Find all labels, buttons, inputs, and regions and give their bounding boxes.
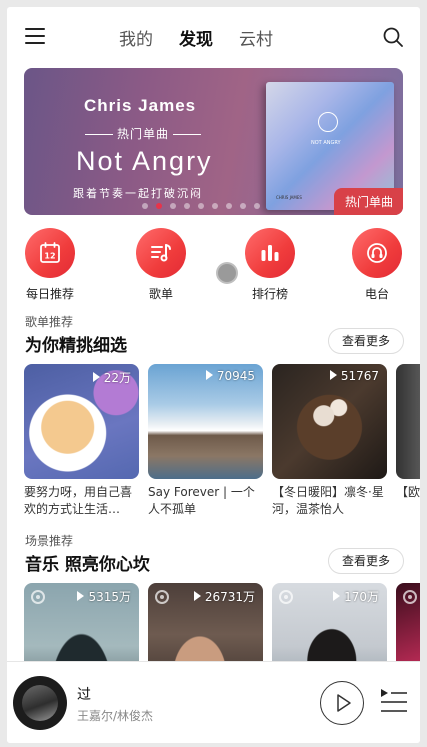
calendar-icon: 12 bbox=[25, 228, 75, 278]
top-tabs: 我的 发现 云村 bbox=[119, 25, 299, 50]
playlist-cover bbox=[396, 364, 420, 479]
banner-subtitle: 热门单曲 bbox=[81, 125, 205, 142]
playlist-section-subtitle: 歌单推荐 bbox=[25, 315, 74, 329]
play-count: 51767 bbox=[330, 369, 379, 383]
playlist-name: Say Forever | 一个人不孤单 bbox=[148, 485, 255, 516]
scene-section-title: 音乐 照亮你心坎 bbox=[25, 555, 150, 575]
play-count: 26731万 bbox=[194, 588, 255, 605]
play-count: 5315万 bbox=[77, 588, 131, 605]
playlist-cover: 51767 bbox=[272, 364, 387, 479]
app-screen: 我的 发现 云村 Chris James 热门单曲 Not Angry 跟着节奏… bbox=[7, 7, 420, 743]
scene-disc-icon bbox=[155, 590, 169, 604]
carousel-dot[interactable] bbox=[212, 203, 218, 209]
tab-discover[interactable]: 发现 bbox=[179, 25, 213, 50]
tab-mine[interactable]: 我的 bbox=[119, 25, 153, 50]
carousel-dot[interactable] bbox=[226, 203, 232, 209]
play-button[interactable] bbox=[320, 681, 364, 725]
chart-bars-icon bbox=[245, 228, 295, 278]
banner-title: Not Angry bbox=[76, 146, 213, 176]
mini-player[interactable]: 过 王嘉尔/林俊杰 bbox=[7, 661, 420, 743]
playlist-card[interactable]: 70945 Say Forever | 一个人不孤单 bbox=[148, 364, 263, 518]
playlist-name: 【冬日暖阳】凛冬·星河，温茶怡人 bbox=[272, 485, 384, 516]
smiley-icon bbox=[318, 112, 338, 132]
search-icon[interactable] bbox=[383, 27, 403, 47]
menu-icon[interactable] bbox=[25, 28, 45, 44]
scene-section-subtitle: 场景推荐 bbox=[25, 534, 74, 548]
playlist-cover: 22万 bbox=[24, 364, 139, 479]
scene-disc-icon bbox=[279, 590, 293, 604]
quick-nav-label: 歌单 bbox=[148, 287, 173, 301]
play-count: 170万 bbox=[333, 588, 379, 605]
playlist-section-title: 为你精挑细选 bbox=[25, 336, 127, 356]
scene-disc-icon bbox=[31, 590, 45, 604]
carousel-dot[interactable] bbox=[170, 203, 176, 209]
carousel-dot[interactable] bbox=[240, 203, 246, 209]
banner-tag: 热门单曲 bbox=[333, 188, 403, 215]
carousel-dot[interactable] bbox=[142, 203, 148, 209]
quick-nav-label: 排行榜 bbox=[251, 287, 288, 301]
quick-nav-label: 每日推荐 bbox=[25, 287, 74, 301]
quick-nav-ranking[interactable]: 排行榜 bbox=[240, 228, 300, 302]
playlist-name: 要努力呀，用自己喜欢的方式让生活… bbox=[24, 485, 133, 516]
calendar-day: 12 bbox=[44, 252, 55, 261]
banner-artist: Chris James bbox=[84, 96, 197, 115]
quick-nav: 12 每日推荐 歌单 排行榜 电台 bbox=[7, 228, 420, 306]
quick-nav-daily[interactable]: 12 每日推荐 bbox=[20, 228, 80, 302]
playlist-card[interactable]: 【欧美】嗓… bbox=[396, 364, 420, 518]
playlist-card[interactable]: 51767 【冬日暖阳】凛冬·星河，温茶怡人 bbox=[272, 364, 387, 518]
quick-nav-label: 电台 bbox=[364, 287, 389, 301]
touch-indicator bbox=[216, 262, 238, 284]
play-count: 70945 bbox=[206, 369, 255, 383]
top-bar: 我的 发现 云村 bbox=[7, 7, 420, 65]
album-disc[interactable] bbox=[13, 676, 67, 730]
play-icon bbox=[337, 694, 351, 712]
carousel-dot[interactable] bbox=[254, 203, 260, 209]
playlist-cover: 70945 bbox=[148, 364, 263, 479]
play-count: 22万 bbox=[93, 369, 131, 386]
quick-nav-radio[interactable]: 电台 bbox=[347, 228, 407, 302]
tab-village[interactable]: 云村 bbox=[239, 25, 273, 50]
album-cover-artist: CHRIS JAMES bbox=[276, 195, 302, 200]
playlist-icon bbox=[136, 228, 186, 278]
carousel-dots bbox=[142, 203, 268, 209]
song-title: 过 bbox=[77, 687, 91, 703]
playlist-row: 22万 要努力呀，用自己喜欢的方式让生活… 70945 Say Forever … bbox=[24, 364, 420, 518]
quick-nav-playlist[interactable]: 歌单 bbox=[131, 228, 191, 302]
scene-disc-icon bbox=[403, 590, 417, 604]
song-artist: 王嘉尔/林俊杰 bbox=[77, 709, 154, 723]
carousel-dot[interactable] bbox=[198, 203, 204, 209]
carousel-dot[interactable] bbox=[184, 203, 190, 209]
radio-icon bbox=[352, 228, 402, 278]
carousel-dot[interactable] bbox=[156, 203, 162, 209]
banner-slogan: 跟着节奏一起打破沉闷 bbox=[73, 187, 203, 200]
album-art bbox=[22, 685, 58, 721]
scene-more-button[interactable]: 查看更多 bbox=[328, 548, 404, 574]
playlist-queue-icon[interactable] bbox=[379, 687, 409, 715]
playlist-card[interactable]: 22万 要努力呀，用自己喜欢的方式让生活… bbox=[24, 364, 139, 518]
album-cover-text: NOT ANGRY bbox=[311, 140, 341, 146]
playlist-name: 【欧美】嗓… bbox=[396, 485, 420, 499]
playlist-more-button[interactable]: 查看更多 bbox=[328, 328, 404, 354]
hero-banner[interactable]: Chris James 热门单曲 Not Angry 跟着节奏一起打破沉闷 NO… bbox=[24, 68, 403, 215]
